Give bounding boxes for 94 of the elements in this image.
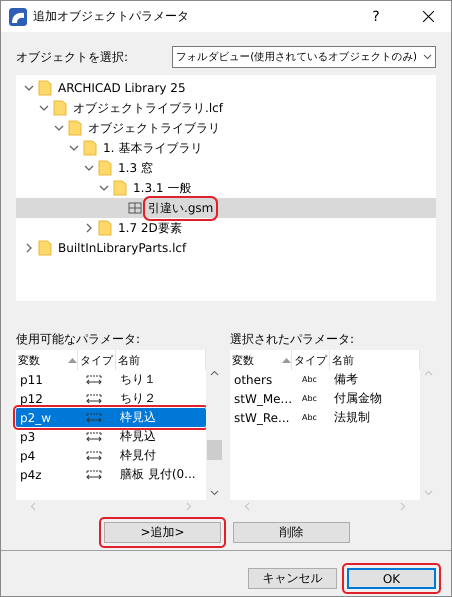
name-text: ちり２ xyxy=(119,390,157,407)
name-text: 付属金物 xyxy=(333,390,383,407)
dimension-icon xyxy=(86,470,102,480)
column-header[interactable]: 変数 xyxy=(230,350,292,370)
chevron-down-icon[interactable] xyxy=(84,163,94,173)
object-dropdown[interactable]: フォルダビュー(使用されているオブジェクトのみ) xyxy=(172,46,436,68)
scroll-up-icon[interactable] xyxy=(210,370,218,376)
chevron-down-icon[interactable] xyxy=(54,123,64,133)
folder-icon xyxy=(98,220,112,236)
scroll-thumb[interactable] xyxy=(206,440,222,460)
variable-text: others xyxy=(233,372,274,386)
ok-button[interactable]: OK xyxy=(347,568,436,589)
sort-up-icon xyxy=(68,357,77,363)
tree-item-label: 1. 基本ライブラリ xyxy=(102,140,204,156)
folder-icon xyxy=(113,180,127,196)
tree-item[interactable]: 1.3.1 一般 xyxy=(16,178,436,198)
chevron-down-icon[interactable] xyxy=(69,143,79,153)
tree-item-label: 1.3.1 一般 xyxy=(132,180,192,196)
tree-item-label: ARCHICAD Library 25 xyxy=(57,80,187,96)
chevron-right-icon[interactable] xyxy=(24,243,34,253)
window-object-icon xyxy=(128,202,142,214)
cancel-button[interactable]: キャンセル xyxy=(248,568,337,589)
tree-item[interactable]: 1.7 2D要素 xyxy=(16,218,436,238)
variable-text: p11 xyxy=(19,372,44,386)
tree-item[interactable]: BuiltInLibraryParts.lcf xyxy=(16,238,436,258)
name-text: 膳板 見付(0... xyxy=(119,466,197,483)
variable-text: p3 xyxy=(19,430,36,444)
chevron-down-icon[interactable] xyxy=(24,83,34,93)
tree-item[interactable]: ARCHICAD Library 25 xyxy=(16,78,436,98)
name-text: 枠見込 xyxy=(119,409,157,426)
tree-item[interactable]: 1. 基本ライブラリ xyxy=(16,138,436,158)
sort-up-icon xyxy=(282,357,291,363)
dropdown-value: フォルダビュー(使用されているオブジェクトのみ) xyxy=(176,50,417,64)
name-text: 枠見付 xyxy=(119,447,157,464)
tree-item[interactable]: オブジェクトライブラリ.lcf xyxy=(16,98,436,118)
chevron-down-icon[interactable] xyxy=(39,103,49,113)
dimension-icon xyxy=(86,450,102,460)
type-text: Abc xyxy=(301,394,318,403)
folder-icon xyxy=(53,100,67,116)
tree-item[interactable]: 1.3 窓 xyxy=(16,158,436,178)
type-text: Abc xyxy=(301,375,318,384)
variable-text: stW_Me... xyxy=(233,392,292,406)
list-label: 使用可能なパラメータ: xyxy=(16,331,142,348)
dimension-icon xyxy=(86,374,102,384)
type-text: Abc xyxy=(301,413,318,422)
parameter-row[interactable]: p4 枠見付 xyxy=(16,446,206,465)
select-label: オブジェクトを選択: xyxy=(16,48,128,66)
app-logo-icon xyxy=(9,8,27,26)
dimension-icon xyxy=(86,394,102,404)
chevron-right-icon[interactable] xyxy=(84,223,94,233)
name-text: 法規制 xyxy=(333,409,371,426)
name-text: 備考 xyxy=(333,371,359,388)
list-action-button[interactable]: >追加> xyxy=(104,522,221,543)
folder-icon xyxy=(83,140,97,156)
variable-text: p12 xyxy=(19,392,44,406)
column-header[interactable]: 変数 xyxy=(16,350,78,370)
caret-icon xyxy=(423,54,432,60)
name-text: 枠見込 xyxy=(119,428,157,445)
column-header[interactable]: タイプ xyxy=(78,350,116,370)
dimension-icon xyxy=(86,412,102,422)
variable-text: p4z xyxy=(19,468,43,482)
list-label: 選択されたパラメータ: xyxy=(230,331,356,348)
parameter-row[interactable]: stW_Re... Abc 法規制 xyxy=(230,408,420,427)
folder-icon xyxy=(38,80,52,96)
tree-item-label: 1.3 窓 xyxy=(117,160,154,176)
parameter-row[interactable]: p2_w 枠見込 xyxy=(16,408,206,427)
tree-item-label: BuiltInLibraryParts.lcf xyxy=(57,240,188,256)
variable-text: p2_w xyxy=(19,410,52,424)
help-button[interactable]: ? xyxy=(353,1,399,32)
tree-item-label: オブジェクトライブラリ.lcf xyxy=(72,100,224,116)
tree-item[interactable]: 引違い.gsm xyxy=(16,198,436,218)
parameter-row[interactable]: p4z 膳板 見付(0... xyxy=(16,465,206,484)
close-icon xyxy=(422,11,434,22)
folder-icon xyxy=(68,120,82,136)
column-header[interactable]: タイプ xyxy=(292,350,330,370)
dimension-icon xyxy=(86,432,102,442)
tree-item-label: 引違い.gsm xyxy=(146,198,216,218)
variable-text: p4 xyxy=(19,448,36,462)
parameter-row[interactable]: stW_Me... Abc 付属金物 xyxy=(230,389,420,408)
parameter-row[interactable]: p11 ちり１ xyxy=(16,370,206,389)
list-action-button[interactable]: 削除 xyxy=(233,522,350,543)
tree-item-label: 1.7 2D要素 xyxy=(117,220,183,236)
parameter-row[interactable]: p3 枠見込 xyxy=(16,427,206,446)
parameter-row[interactable]: p12 ちり２ xyxy=(16,389,206,408)
name-text: ちり１ xyxy=(119,371,157,388)
folder-icon xyxy=(98,160,112,176)
window-title: 追加オブジェクトパラメータ xyxy=(33,8,190,25)
tree-item[interactable]: オブジェクトライブラリ xyxy=(16,118,436,138)
chevron-down-icon[interactable] xyxy=(99,183,109,193)
parameter-row[interactable]: others Abc 備考 xyxy=(230,370,420,389)
scroll-down-icon[interactable] xyxy=(210,490,218,496)
folder-icon xyxy=(38,240,52,256)
tree-item-label: オブジェクトライブラリ xyxy=(87,120,221,136)
variable-text: stW_Re... xyxy=(233,410,290,424)
